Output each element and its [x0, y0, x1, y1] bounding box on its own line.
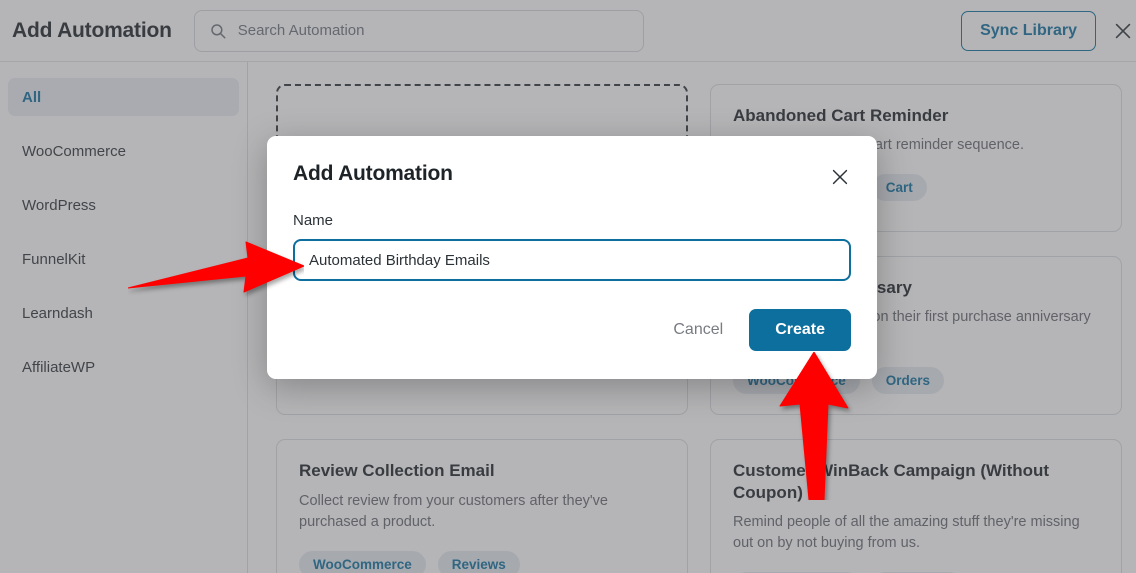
modal-actions: Cancel Create [293, 309, 851, 351]
add-automation-screen: Add Automation Sync Library [0, 0, 1136, 573]
add-automation-modal: Add Automation Name Cancel Create [267, 136, 877, 379]
modal-title: Add Automation [293, 162, 453, 185]
name-field-label: Name [293, 212, 334, 229]
name-input[interactable] [293, 239, 851, 281]
modal-header: Add Automation [293, 162, 851, 188]
close-icon[interactable] [829, 166, 851, 188]
create-button[interactable]: Create [749, 309, 851, 351]
cancel-button[interactable]: Cancel [657, 310, 739, 350]
